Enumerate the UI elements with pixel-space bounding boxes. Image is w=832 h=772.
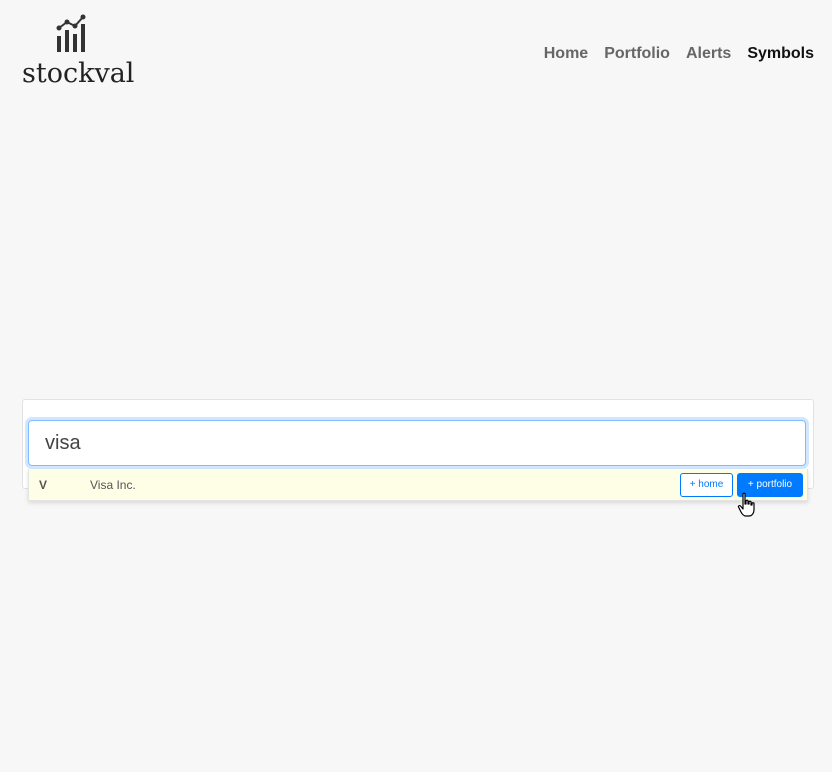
add-to-home-button[interactable]: + home [680,473,733,497]
result-company-name: Visa Inc. [90,478,136,492]
search-result-row[interactable]: V Visa Inc. + home + portfolio [28,469,808,501]
result-symbol: V [39,478,48,492]
nav-item-symbols[interactable]: Symbols [747,44,814,64]
nav-item-alerts[interactable]: Alerts [686,44,731,64]
hand-pointer-cursor-icon [737,492,755,517]
brand-name: stockval [22,58,135,89]
nav-item-home[interactable]: Home [544,44,588,64]
bar-chart-trend-icon [56,14,86,52]
nav-item-portfolio[interactable]: Portfolio [604,44,670,64]
symbol-search-input[interactable] [28,420,806,466]
main-nav: Home Portfolio Alerts Symbols [544,44,814,64]
brand-logo[interactable]: stockval [22,14,134,90]
